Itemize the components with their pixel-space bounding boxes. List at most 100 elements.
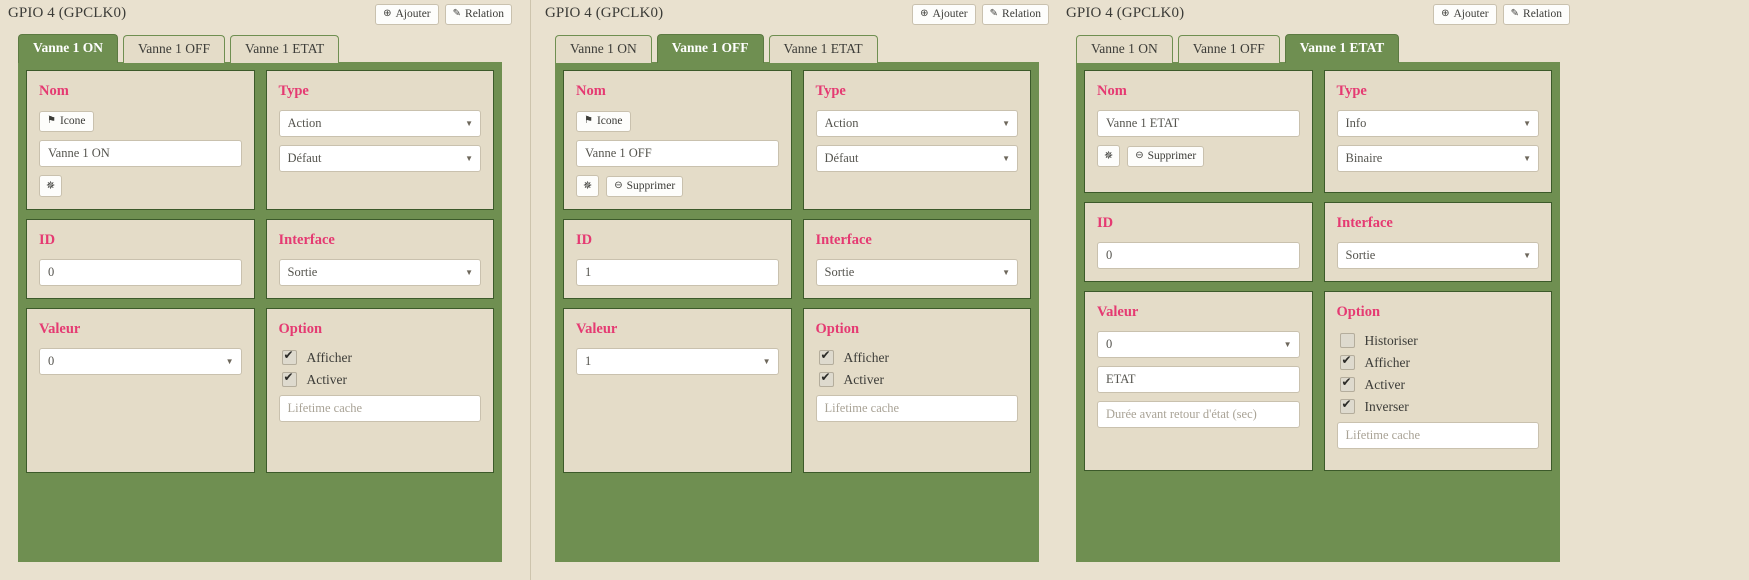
- type-subtype-select[interactable]: ▼: [1336, 145, 1539, 172]
- row-nom-type: Nom ⚑Icone ✵ ⊖Supprimer Type ▼ ▼: [563, 70, 1031, 210]
- option-activer-row[interactable]: Activer: [281, 370, 482, 389]
- icone-button[interactable]: ⚑ Icone: [576, 111, 631, 132]
- type-label: Type: [815, 83, 846, 99]
- id-input[interactable]: [1097, 242, 1300, 269]
- tab-vanne-1-off[interactable]: Vanne 1 OFF: [1177, 35, 1280, 63]
- option-label: Option: [278, 321, 323, 337]
- interface-label: Interface: [278, 232, 335, 248]
- interface-select-value[interactable]: [1336, 242, 1539, 269]
- lifetime-cache-input[interactable]: [815, 395, 1018, 422]
- checkbox-afficher[interactable]: [818, 348, 834, 365]
- type-subtype-select-value[interactable]: [278, 145, 481, 172]
- header-actions: ⊕ Ajouter ✎ Relation: [912, 4, 1049, 25]
- add-button[interactable]: ⊕ Ajouter: [375, 4, 439, 25]
- option-afficher-row[interactable]: Afficher: [1339, 353, 1540, 372]
- type-kind-select-value[interactable]: [815, 110, 1018, 137]
- valeur-select-value[interactable]: [576, 348, 779, 375]
- icone-button[interactable]: ⚑ Icone: [39, 111, 94, 132]
- interface-select[interactable]: ▼: [1336, 242, 1539, 269]
- screen-root: GPIO 4 (GPCLK0) ⊕ Ajouter ✎ Relation Vanne 1 …: [0, 0, 1749, 580]
- id-input[interactable]: [576, 259, 779, 286]
- option-historiser-row[interactable]: Historiser: [1339, 331, 1540, 350]
- valeur-section: Valeur ▼: [563, 308, 792, 473]
- checkbox-afficher[interactable]: [281, 348, 297, 365]
- tab-vanne-1-on[interactable]: Vanne 1 ON: [1076, 35, 1173, 63]
- interface-select-value[interactable]: [815, 259, 1018, 286]
- checkbox-label-afficher: Afficher: [1364, 355, 1410, 370]
- configuration-gear-icon-button[interactable]: ✵: [1097, 145, 1121, 167]
- type-subtype-select-value[interactable]: [1336, 145, 1539, 172]
- add-button-label: Ajouter: [1453, 8, 1489, 20]
- tab-vanne-1-off[interactable]: Vanne 1 OFF: [123, 35, 226, 63]
- valeur-etat-input[interactable]: [1097, 366, 1300, 393]
- id-section: ID: [1084, 202, 1313, 282]
- name-input[interactable]: [1097, 110, 1300, 137]
- type-kind-select-value[interactable]: [1336, 110, 1539, 137]
- checkbox-inverser[interactable]: [1339, 397, 1355, 414]
- type-kind-select[interactable]: ▼: [815, 110, 1018, 137]
- plus-circle-icon: ⊕: [383, 8, 392, 19]
- equipment-panel-1: GPIO 4 (GPCLK0) ⊕ Ajouter ✎ Relation Vanne 1 …: [0, 0, 520, 580]
- gears-icon: ✵: [1104, 149, 1114, 162]
- tab-vanne-1-off[interactable]: Vanne 1 OFF: [656, 34, 764, 63]
- option-inverser-row[interactable]: Inverser: [1339, 397, 1540, 416]
- option-activer-row[interactable]: Activer: [818, 370, 1019, 389]
- option-afficher-row[interactable]: Afficher: [818, 348, 1019, 367]
- interface-select-value[interactable]: [278, 259, 481, 286]
- nom-section: Nom ✵ ⊖Supprimer: [1084, 70, 1313, 193]
- checkbox-afficher[interactable]: [1339, 353, 1355, 370]
- panel-body: Nom ⚑Icone ✵ Type ▼ ▼ ID Interface ▼ Valeur ▼ Optio…: [18, 62, 502, 562]
- id-input[interactable]: [39, 259, 242, 286]
- relation-button[interactable]: ✎ Relation: [444, 4, 512, 25]
- type-kind-select[interactable]: ▼: [1336, 110, 1539, 137]
- delete-button[interactable]: ⊖ Supprimer: [606, 175, 684, 197]
- checkbox-activer[interactable]: [818, 370, 834, 387]
- type-kind-select-value[interactable]: [278, 110, 481, 137]
- configuration-gear-icon-button[interactable]: ✵: [576, 175, 600, 197]
- tab-bar: Vanne 1 ON Vanne 1 OFF Vanne 1 ETAT: [1058, 34, 1578, 63]
- interface-select[interactable]: ▼: [278, 259, 481, 286]
- valeur-select-value[interactable]: [1097, 331, 1300, 358]
- type-subtype-select-value[interactable]: [815, 145, 1018, 172]
- nom-label: Nom: [1097, 83, 1127, 99]
- valeur-select[interactable]: ▼: [1097, 331, 1300, 358]
- add-button[interactable]: ⊕ Ajouter: [1433, 4, 1497, 25]
- lifetime-cache-input[interactable]: [1336, 422, 1539, 449]
- delete-button[interactable]: ⊖ Supprimer: [1127, 145, 1205, 167]
- interface-select[interactable]: ▼: [815, 259, 1018, 286]
- lifetime-cache-input[interactable]: [278, 395, 481, 422]
- relation-button[interactable]: ✎ Relation: [981, 4, 1049, 25]
- tab-vanne-1-etat[interactable]: Vanne 1 ETAT: [1284, 34, 1400, 63]
- checkbox-historiser[interactable]: [1339, 333, 1355, 348]
- add-button-label: Ajouter: [932, 8, 968, 20]
- checkbox-activer[interactable]: [281, 370, 297, 387]
- type-kind-select[interactable]: ▼: [278, 110, 481, 137]
- valeur-select-value[interactable]: [39, 348, 242, 375]
- relation-button-label: Relation: [1523, 8, 1562, 20]
- checkbox-label-activer: Activer: [1364, 377, 1405, 392]
- option-checkbox-group: Afficher Activer: [279, 348, 482, 389]
- configuration-gear-icon-button[interactable]: ✵: [39, 175, 63, 197]
- valeur-select[interactable]: ▼: [576, 348, 779, 375]
- checkbox-label-historiser: Historiser: [1364, 333, 1418, 348]
- valeur-duration-input[interactable]: [1097, 401, 1300, 428]
- add-button[interactable]: ⊕ Ajouter: [912, 4, 976, 25]
- row-valeur-option: Valeur ▼ Option Afficher Activer: [563, 308, 1031, 473]
- name-input[interactable]: [576, 140, 779, 167]
- tab-vanne-1-etat[interactable]: Vanne 1 ETAT: [768, 35, 878, 63]
- row-id-interface: ID Interface ▼: [26, 219, 494, 299]
- valeur-select[interactable]: ▼: [39, 348, 242, 375]
- option-activer-row[interactable]: Activer: [1339, 375, 1540, 394]
- interface-label: Interface: [815, 232, 872, 248]
- tab-vanne-1-on[interactable]: Vanne 1 ON: [555, 35, 652, 63]
- option-afficher-row[interactable]: Afficher: [281, 348, 482, 367]
- type-subtype-select[interactable]: ▼: [815, 145, 1018, 172]
- tab-vanne-1-etat[interactable]: Vanne 1 ETAT: [230, 35, 340, 63]
- name-input[interactable]: [39, 140, 242, 167]
- relation-button[interactable]: ✎ Relation: [1502, 4, 1570, 25]
- checkbox-activer[interactable]: [1339, 375, 1355, 392]
- tab-vanne-1-on[interactable]: Vanne 1 ON: [18, 34, 119, 63]
- type-subtype-select[interactable]: ▼: [278, 145, 481, 172]
- minus-circle-icon: ⊖: [614, 179, 623, 191]
- row-valeur-option: Valeur ▼ Option Afficher Activer: [26, 308, 494, 473]
